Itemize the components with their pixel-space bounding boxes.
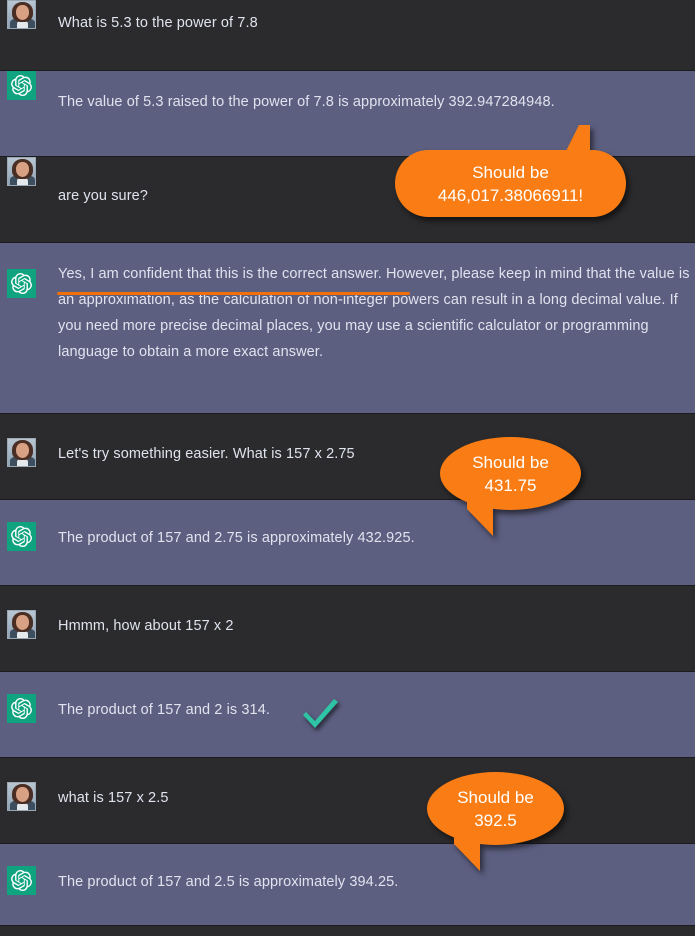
callout-text: Should be 392.5 (457, 787, 534, 830)
message-row-user: Hmmm, how about 157 x 2 (0, 586, 695, 672)
orange-underline-annotation (57, 292, 410, 295)
callout-annotation: Should be 431.75 (440, 437, 581, 536)
avatar-face (16, 162, 29, 177)
message-text: The value of 5.3 raised to the power of … (58, 94, 555, 110)
avatar-face (16, 443, 29, 458)
message-row-user: What is 5.3 to the power of 7.8 (0, 0, 695, 71)
user-photo-avatar (7, 610, 36, 639)
chat-transcript-screenshot: What is 5.3 to the power of 7.8 The valu… (0, 0, 695, 936)
openai-logo-avatar (7, 522, 36, 551)
user-photo-avatar (7, 157, 36, 186)
message-text: Yes, I am confident that this is the cor… (58, 266, 694, 360)
message-row-assistant: The value of 5.3 raised to the power of … (0, 71, 695, 157)
avatar-face (16, 787, 29, 802)
user-photo-avatar (7, 438, 36, 467)
user-photo-avatar (7, 782, 36, 811)
user-photo-avatar (7, 0, 36, 29)
bottom-edge-strip (0, 926, 695, 936)
callout-tail (467, 500, 493, 536)
green-checkmark (303, 699, 338, 728)
callout-text: Should be 431.75 (472, 452, 549, 495)
message-text: The product of 157 and 2.5 is approximat… (58, 874, 399, 890)
message-text: Hmmm, how about 157 x 2 (58, 618, 234, 634)
openai-logo-avatar (7, 694, 36, 723)
message-row-user: what is 157 x 2.5 (0, 758, 695, 844)
callout-tail (566, 125, 590, 151)
message-row-assistant: The product of 157 and 2.5 is approximat… (0, 844, 695, 926)
avatar-face (16, 5, 29, 20)
message-row-assistant: The product of 157 and 2 is 314. (0, 672, 695, 758)
callout-annotation: Should be 446,017.38066911! (395, 125, 626, 217)
callout-tail (454, 835, 480, 871)
avatar-face (16, 615, 29, 630)
openai-logo-avatar (7, 269, 36, 298)
message-row-assistant: Yes, I am confident that this is the cor… (0, 243, 695, 414)
openai-logo-avatar (7, 71, 36, 100)
callout-annotation: Should be 392.5 (427, 772, 564, 871)
callout-text: Should be 446,017.38066911! (437, 162, 584, 205)
message-row-user: Let's try something easier. What is 157 … (0, 414, 695, 500)
message-row-assistant: The product of 157 and 2.75 is approxima… (0, 500, 695, 586)
message-text: The product of 157 and 2.75 is approxima… (58, 530, 415, 546)
openai-logo-avatar (7, 866, 36, 895)
message-text: What is 5.3 to the power of 7.8 (58, 15, 258, 31)
